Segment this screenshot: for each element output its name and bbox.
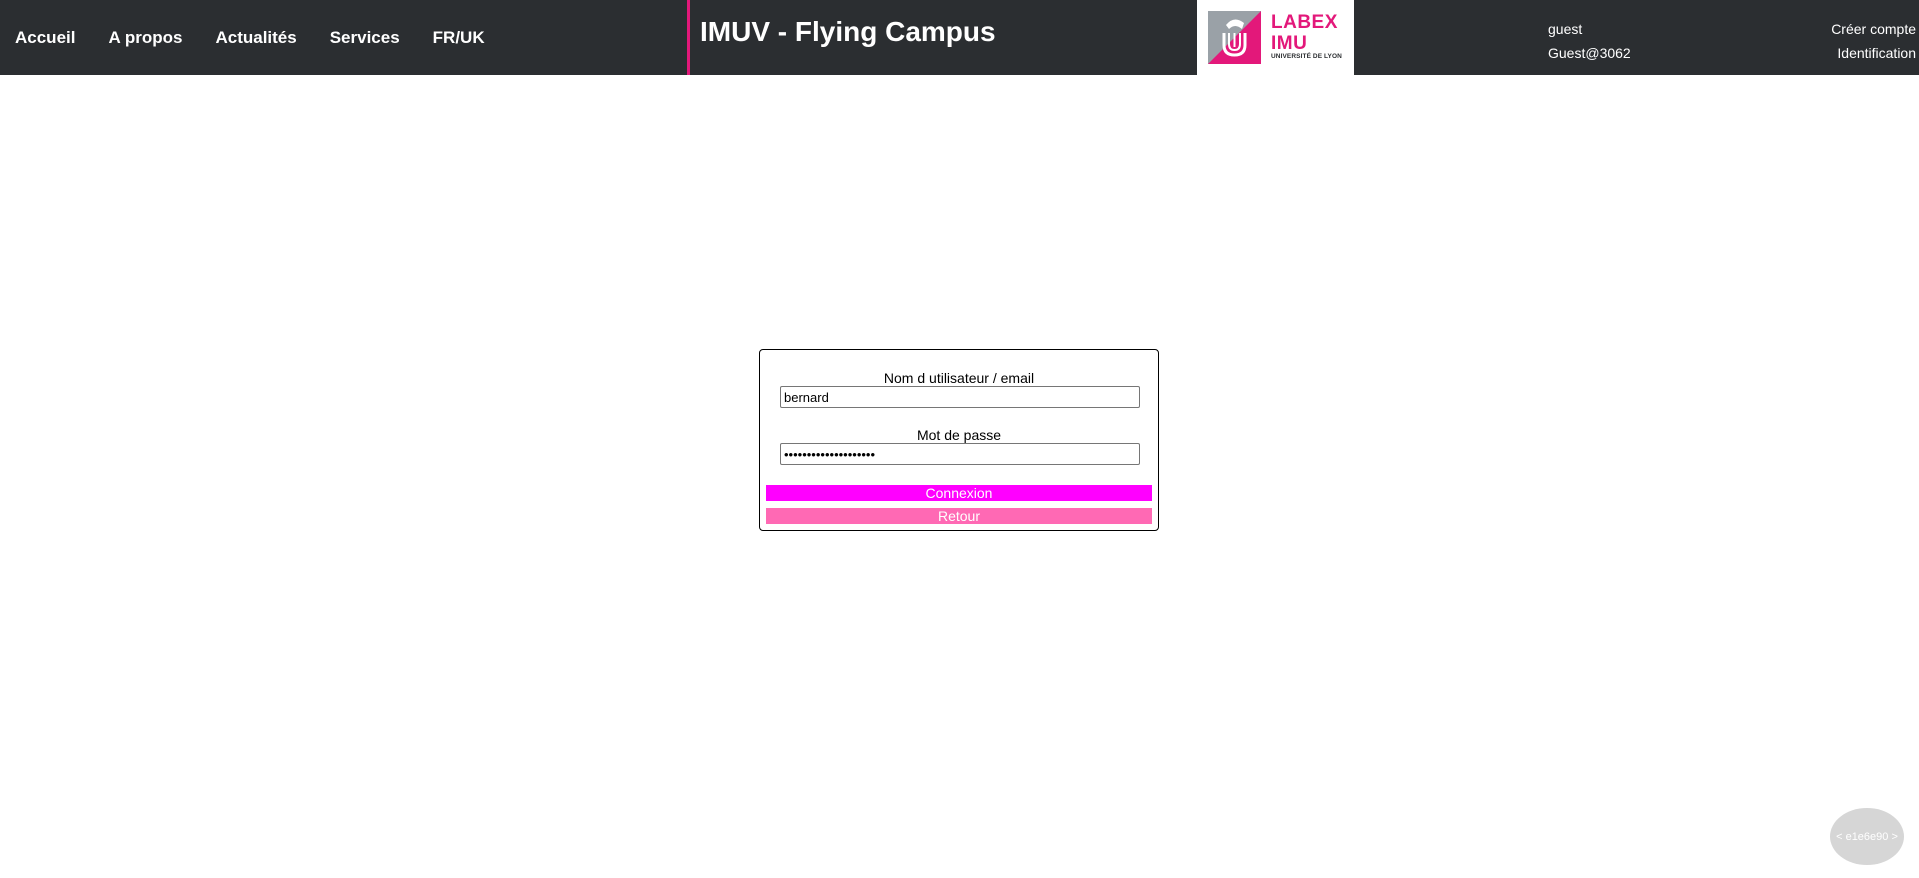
create-account-link[interactable]: Créer compte xyxy=(1831,17,1916,41)
nav-item-services[interactable]: Services xyxy=(330,28,400,48)
nav-item-a-propos[interactable]: A propos xyxy=(108,28,182,48)
login-link[interactable]: Identification xyxy=(1831,41,1916,65)
logo-text: LABEX IMU xyxy=(1271,12,1338,54)
version-badge[interactable]: < e1e6e90 > xyxy=(1830,808,1904,865)
nav-item-language[interactable]: FR/UK xyxy=(433,28,485,48)
connect-button[interactable]: Connexion xyxy=(766,485,1152,501)
logo-subtext: UNIVERSITÉ DE LYON xyxy=(1271,53,1342,60)
account-links: Créer compte Identification xyxy=(1831,17,1916,65)
nav-item-actualites[interactable]: Actualités xyxy=(215,28,296,48)
password-label: Mot de passe xyxy=(916,427,1002,443)
labex-emblem-icon xyxy=(1208,11,1261,64)
nav-item-accueil[interactable]: Accueil xyxy=(15,28,75,48)
labex-imu-logo[interactable]: LABEX IMU UNIVERSITÉ DE LYON xyxy=(1197,0,1354,75)
username-label: Nom d utilisateur / email xyxy=(883,370,1035,386)
main-nav: Accueil A propos Actualités Services FR/… xyxy=(15,0,518,75)
login-panel: Nom d utilisateur / email Mot de passe C… xyxy=(759,349,1159,531)
back-button[interactable]: Retour xyxy=(766,508,1152,524)
page-title: IMUV - Flying Campus xyxy=(700,16,996,47)
user-name: Guest@3062 xyxy=(1548,45,1631,61)
username-input[interactable] xyxy=(780,386,1140,408)
password-input[interactable] xyxy=(780,443,1140,465)
title-divider xyxy=(687,0,690,75)
user-role: guest xyxy=(1548,21,1583,37)
top-navigation-bar: Accueil A propos Actualités Services FR/… xyxy=(0,0,1919,75)
user-info: guest Guest@3062 xyxy=(1548,17,1631,65)
